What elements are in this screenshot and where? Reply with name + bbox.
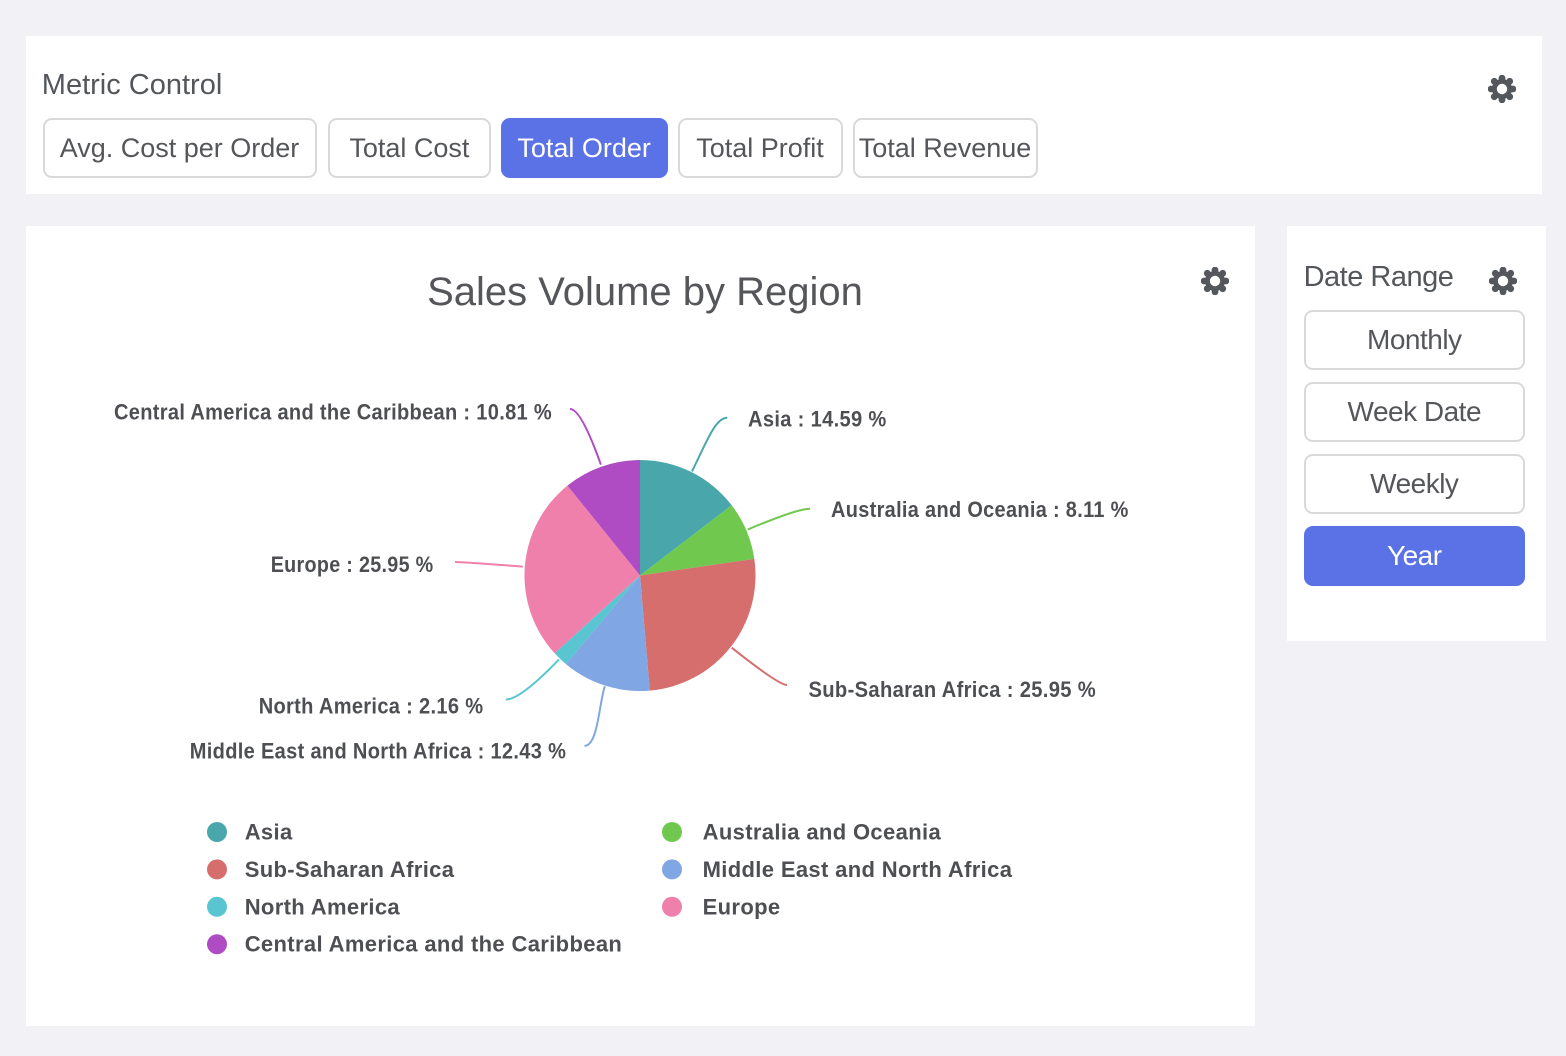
svg-text:Middle East and North Africa :: Middle East and North Africa : 12.43 % bbox=[190, 739, 566, 764]
svg-text:Europe : 25.95 %: Europe : 25.95 % bbox=[271, 552, 434, 577]
svg-text:Central America and the Caribb: Central America and the Caribbean bbox=[245, 932, 623, 957]
svg-text:Sales Volume by Region: Sales Volume by Region bbox=[427, 270, 863, 314]
svg-text:Asia : 14.59 %: Asia : 14.59 % bbox=[748, 407, 887, 432]
svg-text:North America: North America bbox=[245, 894, 401, 919]
svg-text:Europe: Europe bbox=[703, 894, 781, 919]
svg-text:Middle East and North Africa: Middle East and North Africa bbox=[703, 857, 1013, 882]
svg-text:Sub-Saharan Africa : 25.95 %: Sub-Saharan Africa : 25.95 % bbox=[809, 677, 1097, 702]
svg-text:Australia and Oceania: Australia and Oceania bbox=[703, 820, 942, 845]
svg-text:North America : 2.16 %: North America : 2.16 % bbox=[259, 694, 484, 719]
svg-text:Australia and Oceania : 8.11 %: Australia and Oceania : 8.11 % bbox=[831, 497, 1129, 522]
svg-text:Asia: Asia bbox=[245, 820, 293, 845]
svg-text:Sub-Saharan Africa: Sub-Saharan Africa bbox=[245, 857, 455, 882]
svg-text:Central America and the Caribb: Central America and the Caribbean : 10.8… bbox=[114, 400, 552, 425]
